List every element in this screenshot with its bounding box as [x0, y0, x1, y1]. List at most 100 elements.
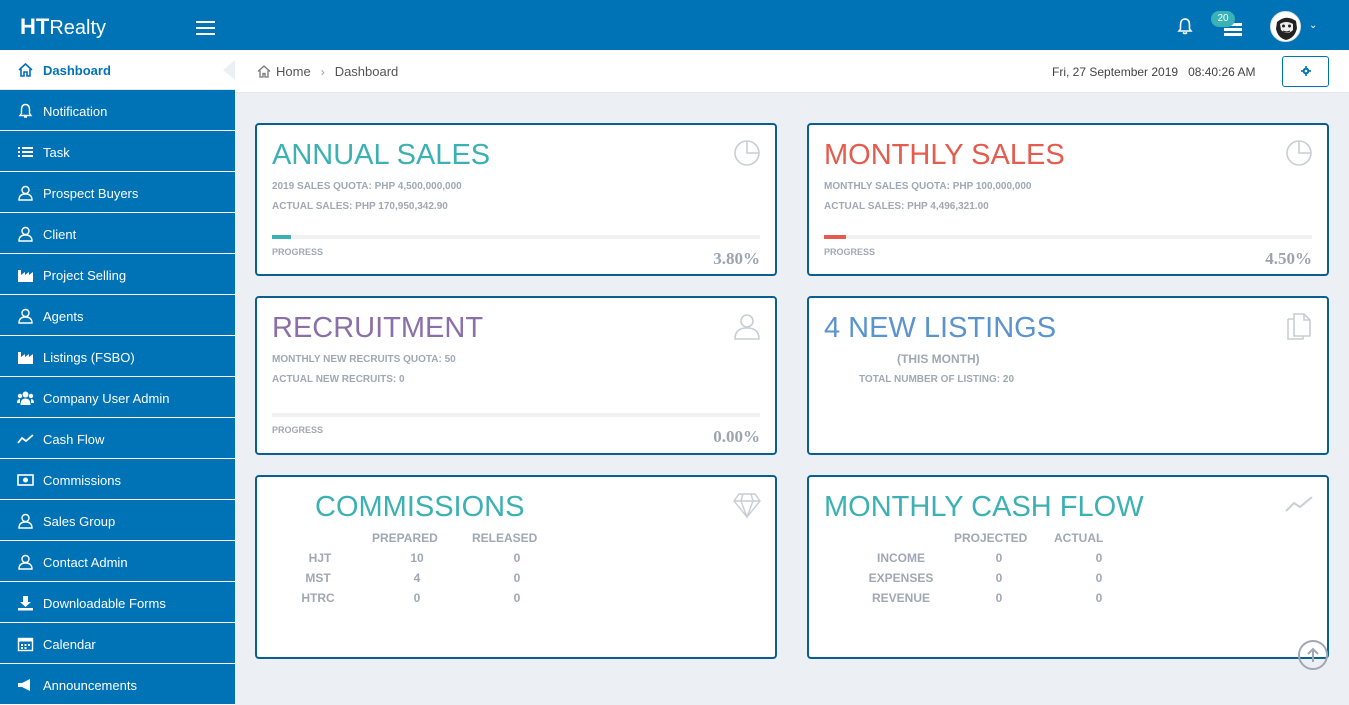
- progress-label: PROGRESS: [272, 425, 324, 435]
- sidebar-item-cash-flow[interactable]: Cash Flow: [0, 419, 235, 459]
- progress-percent: 4.50%: [1265, 249, 1312, 268]
- chevron-down-icon[interactable]: ⌄: [1309, 20, 1317, 31]
- sidebar-item-label: Commissions: [43, 473, 122, 488]
- current-time: 08:40:26 AM: [1188, 65, 1256, 79]
- gear-icon: [1300, 66, 1311, 77]
- sidebar-item-label: Project Selling: [43, 268, 127, 283]
- projected-value: 0: [995, 591, 1003, 605]
- sidebar-item-downloadable-forms[interactable]: Downloadable Forms: [0, 583, 235, 623]
- money-icon: [17, 474, 34, 486]
- sidebar: Dashboard Notification Task Prospect Buy…: [0, 50, 235, 705]
- sales-quota: MONTHLY SALES QUOTA: PHP 100,000,000: [824, 181, 1032, 192]
- home-icon: [257, 65, 271, 78]
- breadcrumb-home-link[interactable]: Home: [276, 64, 311, 79]
- progress-percent: 3.80%: [713, 249, 760, 268]
- actual-value: 0: [1095, 551, 1103, 565]
- sidebar-item-task[interactable]: Task: [0, 132, 235, 172]
- sidebar-item-agents[interactable]: Agents: [0, 296, 235, 336]
- actual-sales: ACTUAL SALES: PHP 170,950,342.90: [272, 201, 448, 212]
- sidebar-item-dashboard[interactable]: Dashboard: [0, 50, 235, 90]
- row-label: HJT: [308, 551, 332, 565]
- card-title: MONTHLY SALES: [824, 139, 1065, 171]
- actual-value: 0: [1095, 571, 1103, 585]
- line-chart-icon: [17, 434, 34, 444]
- prepared-value: 4: [413, 571, 421, 585]
- progress-bar: [272, 413, 760, 417]
- prepared-value: 10: [410, 551, 424, 565]
- megaphone-icon: [18, 679, 30, 691]
- user-icon: [18, 554, 33, 570]
- card-title: 4 NEW LISTINGS: [824, 312, 1057, 344]
- commissions-card: COMMISSIONS PREPARED RELEASED HJT 10 0 M…: [255, 475, 777, 659]
- sidebar-item-label: Cash Flow: [43, 432, 105, 447]
- progress-percent: 0.00%: [713, 427, 760, 446]
- row-label: INCOME: [877, 551, 925, 565]
- row-label: HTRC: [301, 591, 335, 605]
- sidebar-item-company-user-admin[interactable]: Company User Admin: [0, 378, 235, 418]
- brand-logo[interactable]: HTRealty: [20, 14, 106, 40]
- sidebar-item-calendar[interactable]: Calendar: [0, 624, 235, 664]
- sidebar-item-label: Contact Admin: [43, 555, 128, 570]
- prepared-value: 0: [413, 591, 421, 605]
- menu-toggle-icon[interactable]: [196, 21, 215, 35]
- released-value: 0: [513, 571, 521, 585]
- user-icon: [18, 308, 33, 324]
- sidebar-item-label: Downloadable Forms: [43, 596, 166, 611]
- user-icon: [18, 513, 33, 529]
- bell-icon: [18, 103, 33, 118]
- pie-chart-icon: [1286, 140, 1312, 166]
- notification-badge: 20: [1211, 11, 1235, 27]
- actual-recruits: ACTUAL NEW RECRUITS: 0: [272, 374, 405, 385]
- sidebar-item-announcements[interactable]: Announcements: [0, 665, 235, 705]
- factory-icon: [18, 352, 33, 364]
- progress-label: PROGRESS: [272, 247, 324, 257]
- recruits-quota: MONTHLY NEW RECRUITS QUOTA: 50: [272, 354, 456, 365]
- recruitment-card: RECRUITMENT MONTHLY NEW RECRUITS QUOTA: …: [255, 296, 777, 455]
- sidebar-item-sales-group[interactable]: Sales Group: [0, 501, 235, 541]
- brand-rest: Realty: [49, 17, 107, 39]
- home-icon: [18, 62, 33, 77]
- released-value: 0: [513, 551, 521, 565]
- users-icon: [17, 391, 34, 405]
- sidebar-item-client[interactable]: Client: [0, 214, 235, 254]
- progress-fill: [824, 235, 846, 239]
- projected-value: 0: [995, 551, 1003, 565]
- sidebar-item-notification[interactable]: Notification: [0, 91, 235, 131]
- annual-sales-card: ANNUAL SALES 2019 SALES QUOTA: PHP 4,500…: [255, 123, 777, 276]
- sidebar-item-label: Agents: [43, 309, 84, 324]
- card-title: MONTHLY CASH FLOW: [824, 491, 1144, 523]
- brand-area: HTRealty: [0, 0, 235, 50]
- active-indicator: [223, 60, 235, 80]
- documents-icon: [1287, 313, 1311, 340]
- row-label: REVENUE: [871, 591, 930, 605]
- progress-bar: [272, 235, 760, 239]
- scroll-top-button[interactable]: [1298, 640, 1328, 670]
- actual-value: 0: [1095, 591, 1103, 605]
- sidebar-item-label: Calendar: [43, 637, 96, 652]
- sidebar-item-label: Company User Admin: [43, 391, 170, 406]
- sidebar-item-label: Notification: [43, 104, 108, 119]
- factory-icon: [18, 270, 33, 282]
- row-label: EXPENSES: [868, 571, 934, 585]
- card-title: COMMISSIONS: [315, 491, 525, 523]
- new-listings-card: 4 NEW LISTINGS (THIS MONTH) TOTAL NUMBER…: [807, 296, 1329, 455]
- breadcrumb: Home › Dashboard: [257, 64, 398, 79]
- sidebar-item-label: Dashboard: [43, 63, 111, 78]
- avatar[interactable]: [1270, 11, 1301, 42]
- sidebar-item-commissions[interactable]: Commissions: [0, 460, 235, 500]
- sidebar-item-project-selling[interactable]: Project Selling: [0, 255, 235, 295]
- sidebar-item-label: Listings (FSBO): [43, 350, 135, 365]
- progress-fill: [272, 235, 291, 239]
- pie-chart-icon: [734, 140, 760, 166]
- sidebar-item-prospect-buyers[interactable]: Prospect Buyers: [0, 173, 235, 213]
- trend-line-icon: [1285, 496, 1313, 512]
- projected-value: 0: [995, 571, 1003, 585]
- sidebar-item-listings-fsbo[interactable]: Listings (FSBO): [0, 337, 235, 377]
- card-title: RECRUITMENT: [272, 312, 484, 344]
- bell-icon[interactable]: [1176, 17, 1194, 35]
- listings-period: (THIS MONTH): [897, 352, 980, 366]
- settings-button[interactable]: [1282, 56, 1329, 87]
- sidebar-item-contact-admin[interactable]: Contact Admin: [0, 542, 235, 582]
- card-title: ANNUAL SALES: [272, 139, 491, 171]
- top-header: HTRealty 20 ⌄: [0, 0, 1349, 50]
